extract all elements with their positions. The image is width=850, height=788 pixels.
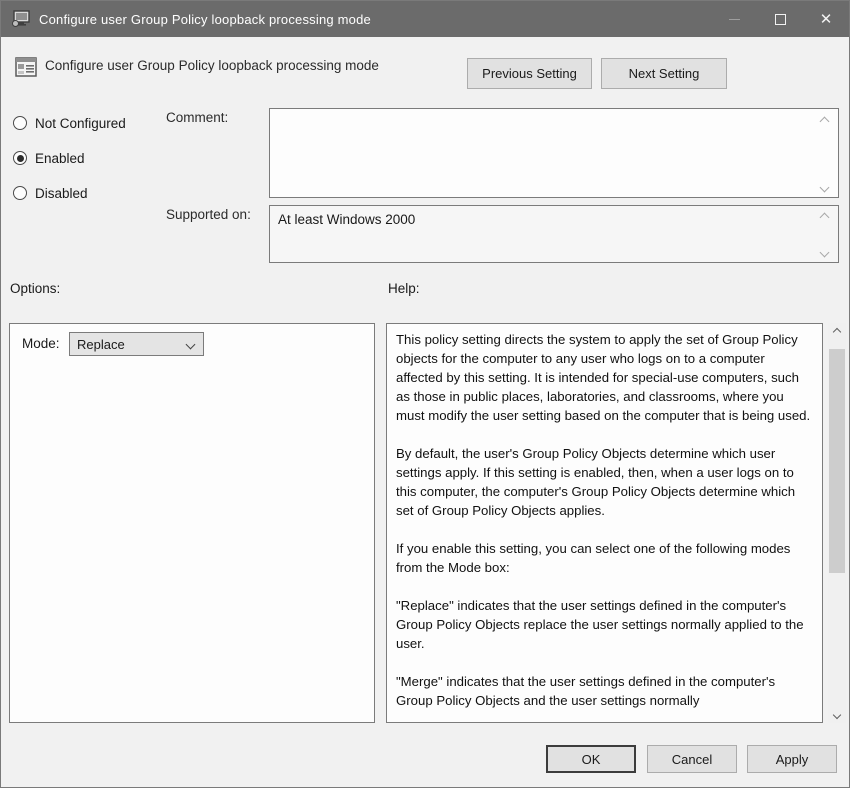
- help-paragraph: "Replace" indicates that the user settin…: [396, 598, 804, 651]
- help-paragraph: By default, the user's Group Policy Obje…: [396, 446, 796, 518]
- mode-dropdown[interactable]: Replace: [69, 332, 204, 356]
- help-text-panel: This policy setting directs the system t…: [386, 323, 823, 723]
- policy-setting-icon: [15, 56, 37, 78]
- comment-scroll-down-icon[interactable]: [817, 182, 831, 193]
- window-title: Configure user Group Policy loopback pro…: [39, 11, 371, 27]
- radio-not-configured[interactable]: Not Configured: [13, 115, 126, 131]
- chevron-down-icon: [185, 339, 196, 350]
- help-section-label: Help:: [388, 281, 420, 296]
- maximize-icon[interactable]: [757, 1, 803, 37]
- dialog-window: Configure user Group Policy loopback pro…: [0, 0, 850, 788]
- help-paragraph: If you enable this setting, you can sele…: [396, 541, 791, 575]
- radio-circle: [13, 116, 27, 130]
- setting-title: Configure user Group Policy loopback pro…: [45, 58, 379, 73]
- mode-selected-value: Replace: [77, 336, 125, 352]
- radio-label: Not Configured: [35, 115, 126, 131]
- ok-button[interactable]: OK: [546, 745, 636, 773]
- minimize-icon[interactable]: [711, 1, 757, 37]
- comment-label: Comment:: [166, 110, 229, 125]
- help-paragraph: This policy setting directs the system t…: [396, 332, 811, 423]
- supported-on-value: At least Windows 2000: [269, 205, 839, 263]
- computer-monitor-icon: [11, 9, 31, 29]
- cancel-button[interactable]: Cancel: [647, 745, 737, 773]
- supported-scroll-up-icon[interactable]: [817, 212, 831, 223]
- radio-enabled[interactable]: Enabled: [13, 150, 85, 166]
- mode-label: Mode:: [22, 336, 60, 351]
- scroll-down-icon[interactable]: [828, 706, 846, 723]
- radio-circle-selected: [13, 151, 27, 165]
- help-scrollbar[interactable]: [828, 323, 846, 723]
- radio-label: Disabled: [35, 185, 88, 201]
- apply-button[interactable]: Apply: [747, 745, 837, 773]
- next-setting-button[interactable]: Next Setting: [601, 58, 727, 89]
- radio-disabled[interactable]: Disabled: [13, 185, 88, 201]
- comment-input[interactable]: [269, 108, 839, 198]
- options-section-label: Options:: [10, 281, 61, 296]
- window-controls: ✕: [711, 1, 849, 37]
- scroll-up-icon[interactable]: [828, 323, 846, 340]
- help-paragraph: "Merge" indicates that the user settings…: [396, 674, 776, 708]
- titlebar: Configure user Group Policy loopback pro…: [1, 1, 849, 37]
- radio-label: Enabled: [35, 150, 85, 166]
- comment-scroll-up-icon[interactable]: [817, 116, 831, 127]
- radio-circle: [13, 186, 27, 200]
- scrollbar-thumb[interactable]: [829, 349, 845, 573]
- supported-on-label: Supported on:: [166, 207, 251, 222]
- close-icon[interactable]: ✕: [803, 1, 849, 37]
- supported-scroll-down-icon[interactable]: [817, 247, 831, 258]
- previous-setting-button[interactable]: Previous Setting: [467, 58, 592, 89]
- options-panel: Mode: Replace: [9, 323, 375, 723]
